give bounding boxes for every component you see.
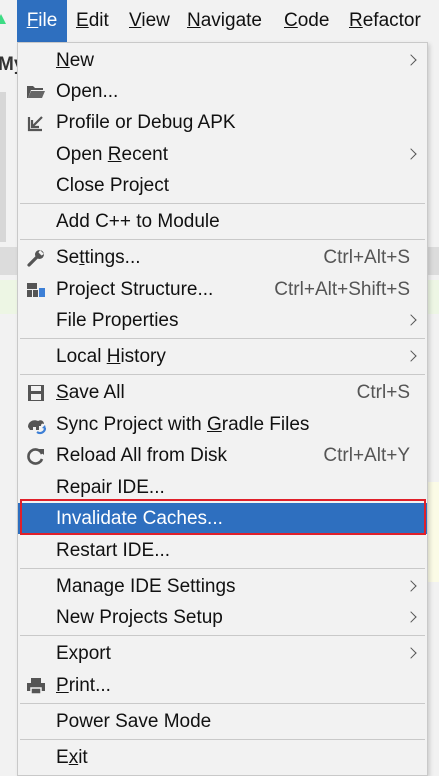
chevron-right-icon xyxy=(405,647,417,659)
menu-bar: File Edit View Navigate Code Refactor xyxy=(0,0,439,42)
menu-item-add-cpp-to-module[interactable]: Add C++ to Module xyxy=(18,206,427,237)
menu-item-sync-gradle[interactable]: Sync Project with Gradle Files xyxy=(18,409,427,440)
shortcut-label: Ctrl+Alt+S xyxy=(323,247,410,268)
project-structure-icon xyxy=(27,283,45,297)
menu-item-new-projects-setup[interactable]: New Projects Setup xyxy=(18,602,427,633)
menu-code[interactable]: Code xyxy=(284,0,329,42)
chevron-right-icon xyxy=(405,580,417,592)
menu-item-open[interactable]: Open... xyxy=(18,76,427,107)
menu-item-file-properties[interactable]: File Properties xyxy=(18,305,427,336)
menu-view[interactable]: View xyxy=(129,0,170,42)
menu-separator xyxy=(20,239,425,240)
shortcut-label: Ctrl+S xyxy=(356,382,410,403)
menu-separator xyxy=(20,703,425,704)
chevron-right-icon xyxy=(405,148,417,160)
menu-item-local-history[interactable]: Local History xyxy=(18,341,427,372)
menu-item-project-structure[interactable]: Project Structure... Ctrl+Alt+Shift+S xyxy=(18,274,427,305)
menu-separator xyxy=(20,568,425,569)
save-icon xyxy=(28,385,44,401)
menu-item-close-project[interactable]: Close Project xyxy=(18,170,427,201)
background-ide-left: My xyxy=(0,42,24,776)
menu-item-open-recent[interactable]: Open Recent xyxy=(18,139,427,170)
background-ide-right xyxy=(428,42,439,776)
wrench-icon xyxy=(27,250,44,267)
menu-separator xyxy=(20,374,425,375)
reload-icon xyxy=(27,448,44,465)
chevron-right-icon xyxy=(405,314,417,326)
menu-separator xyxy=(20,203,425,204)
menu-item-profile-debug-apk[interactable]: Profile or Debug APK xyxy=(18,107,427,138)
printer-icon xyxy=(27,678,45,695)
chevron-right-icon xyxy=(405,350,417,362)
menu-item-restart-ide[interactable]: Restart IDE... xyxy=(18,535,427,566)
shortcut-label: Ctrl+Alt+Y xyxy=(323,445,410,466)
menu-separator xyxy=(20,338,425,339)
menu-separator xyxy=(20,635,425,636)
file-menu-dropdown: New Open... Profile or Debug APK Open Re… xyxy=(17,42,428,776)
menu-item-invalidate-caches[interactable]: Invalidate Caches... xyxy=(18,503,427,534)
menu-item-settings[interactable]: Settings... Ctrl+Alt+S xyxy=(18,242,427,273)
chevron-right-icon xyxy=(405,54,417,66)
menu-item-save-all[interactable]: Save All Ctrl+S xyxy=(18,377,427,408)
folder-icon xyxy=(27,86,45,98)
import-arrow-icon xyxy=(27,116,43,132)
chevron-right-icon xyxy=(405,611,417,623)
menu-item-power-save-mode[interactable]: Power Save Mode xyxy=(18,706,427,737)
menu-item-repair-ide[interactable]: Repair IDE... xyxy=(18,472,427,503)
menu-item-new[interactable]: New xyxy=(18,45,427,76)
menu-navigate[interactable]: Navigate xyxy=(187,0,262,42)
menu-item-print[interactable]: Print... xyxy=(18,670,427,701)
android-studio-icon xyxy=(0,14,6,24)
shortcut-label: Ctrl+Alt+Shift+S xyxy=(274,279,410,300)
menu-item-exit[interactable]: Exit xyxy=(18,742,427,773)
gradle-sync-icon xyxy=(28,420,46,435)
menu-item-export[interactable]: Export xyxy=(18,638,427,669)
menu-item-reload-all[interactable]: Reload All from Disk Ctrl+Alt+Y xyxy=(18,440,427,471)
menu-refactor[interactable]: Refactor xyxy=(349,0,421,42)
menu-separator xyxy=(20,739,425,740)
menu-edit[interactable]: Edit xyxy=(76,0,109,42)
menu-item-manage-ide-settings[interactable]: Manage IDE Settings xyxy=(18,571,427,602)
menu-file[interactable]: File xyxy=(17,0,67,42)
